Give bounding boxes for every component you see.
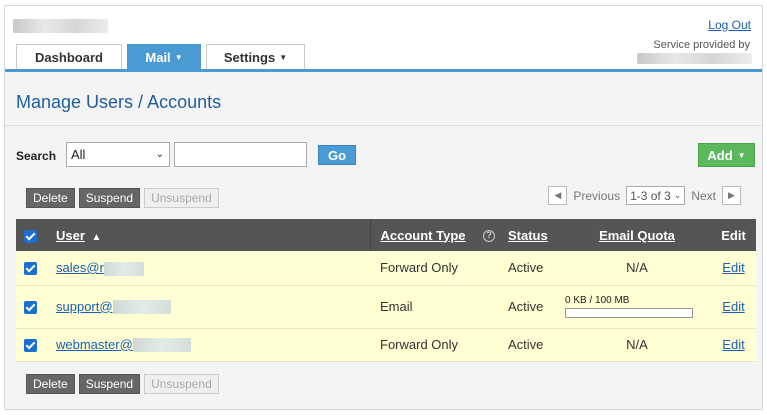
bulk-actions-bottom: Delete Suspend Unsuspend: [26, 374, 219, 394]
page-title: Manage Users / Accounts: [16, 92, 222, 112]
user-link[interactable]: webmaster@: [56, 337, 133, 352]
table-row: sales@r Forward Only Active N/A Edit: [16, 251, 756, 285]
provider-logo: [637, 53, 752, 64]
status-cell: Active: [508, 299, 544, 314]
header-edit: Edit: [721, 227, 746, 243]
suspend-button[interactable]: Suspend: [78, 188, 141, 208]
user-link[interactable]: sales@r: [56, 260, 104, 275]
row-checkbox[interactable]: [24, 262, 37, 276]
table-header-row: User ▲ Account Type ? Status Email Quota: [16, 219, 756, 251]
service-provided-label: Service provided by: [653, 39, 750, 51]
status-cell: Active: [508, 337, 544, 352]
main-tabs: Dashboard Mail ▼ Settings ▼: [16, 44, 305, 69]
account-type-cell: Forward Only: [380, 337, 459, 352]
redaction: [112, 300, 171, 315]
chevron-down-icon: ▼: [737, 150, 746, 160]
header-status[interactable]: Status: [502, 219, 563, 251]
tab-settings[interactable]: Settings ▼: [206, 44, 305, 69]
status-cell: Active: [508, 260, 544, 276]
row-checkbox[interactable]: [24, 301, 37, 315]
suspend-button[interactable]: Suspend: [78, 374, 141, 394]
row-checkbox[interactable]: [24, 339, 37, 353]
delete-button[interactable]: Delete: [26, 188, 75, 208]
select-all-checkbox[interactable]: [24, 229, 37, 243]
edit-link[interactable]: Edit: [722, 260, 744, 275]
search-filter-select[interactable]: All ⌄: [66, 142, 170, 167]
header-user[interactable]: User ▲: [50, 219, 371, 251]
select-all-cell: [16, 219, 50, 251]
pagination: ◀ Previous 1-3 of 3 ⌄ Next ▶: [548, 186, 741, 205]
redaction: [132, 338, 191, 353]
edit-link[interactable]: Edit: [722, 299, 744, 314]
quota-cell: N/A: [626, 260, 648, 276]
help-icon[interactable]: ?: [483, 230, 496, 243]
sort-ascending-icon: ▲: [91, 231, 102, 243]
previous-link[interactable]: Previous: [573, 189, 620, 203]
unsuspend-button[interactable]: Unsuspend: [144, 374, 219, 394]
user-link[interactable]: support@: [56, 299, 113, 314]
previous-arrow-icon[interactable]: ◀: [548, 186, 568, 205]
table-row: webmaster@ Forward Only Active N/A Edit: [16, 328, 756, 361]
header-email-quota[interactable]: Email Quota: [563, 219, 711, 251]
unsuspend-button[interactable]: Unsuspend: [144, 188, 219, 208]
account-type-cell: Email: [380, 299, 413, 314]
chevron-down-icon: ▼: [279, 52, 288, 62]
next-link[interactable]: Next: [691, 189, 716, 203]
quota-text: 0 KB / 100 MB: [565, 295, 630, 306]
logout-link[interactable]: Log Out: [708, 18, 751, 32]
quota-progress-bar: [565, 308, 693, 318]
redaction: [103, 261, 144, 276]
brand-logo: [13, 19, 108, 33]
chevron-down-icon: ⌄: [155, 149, 164, 160]
divider: [5, 125, 762, 126]
search-label: Search: [16, 149, 57, 163]
chevron-down-icon: ▼: [174, 52, 183, 62]
bulk-actions-top: Delete Suspend Unsuspend: [26, 188, 219, 208]
table-row: support@ Email Active 0 KB / 100 MB Edit: [16, 285, 756, 328]
main-content: Manage Users / Accounts Search All ⌄ Go …: [5, 72, 762, 409]
next-arrow-icon[interactable]: ▶: [722, 186, 741, 205]
edit-link[interactable]: Edit: [722, 337, 744, 352]
tab-mail[interactable]: Mail ▼: [127, 44, 201, 69]
accounts-table: User ▲ Account Type ? Status Email Quota: [16, 219, 756, 362]
quota-cell: N/A: [626, 337, 648, 352]
quota-cell: 0 KB / 100 MB: [563, 285, 711, 328]
page-range-select[interactable]: 1-3 of 3 ⌄: [626, 186, 686, 205]
go-button[interactable]: Go: [318, 145, 356, 165]
search-input[interactable]: [174, 142, 307, 167]
header-account-type[interactable]: Account Type ?: [370, 219, 502, 251]
add-button[interactable]: Add ▼: [698, 143, 755, 167]
chevron-down-icon: ⌄: [673, 190, 682, 200]
app-frame: Log Out Service provided by Dashboard Ma…: [4, 5, 763, 410]
tab-dashboard[interactable]: Dashboard: [16, 44, 122, 69]
delete-button[interactable]: Delete: [26, 374, 75, 394]
account-type-cell: Forward Only: [380, 260, 459, 276]
